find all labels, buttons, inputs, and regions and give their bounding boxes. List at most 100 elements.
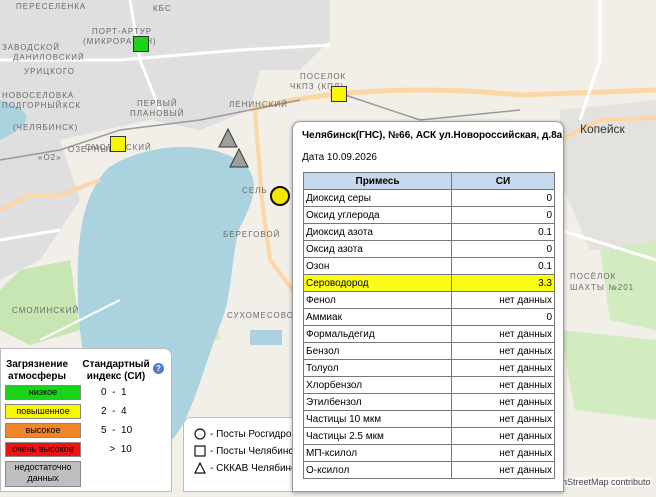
legend-level-very-high: очень высокое (5, 442, 81, 457)
table-row: Сероводород 3.3 (303, 274, 555, 292)
pollutant-name: Частицы 10 мкм (303, 410, 452, 428)
table-row: Фенол нет данных (303, 291, 555, 309)
square-icon (194, 445, 206, 457)
legend-range-elevated: 2 - 4 (101, 406, 127, 417)
marker-gns-66[interactable] (270, 186, 290, 206)
pollutant-index-value: нет данных (451, 342, 555, 360)
pollutant-name: Озон (303, 257, 452, 275)
pollutant-index-value: нет данных (451, 359, 555, 377)
pollutant-index-value: нет данных (451, 427, 555, 445)
table-row: Озон 0.1 (303, 257, 555, 275)
pollutant-index-value: 3.3 (451, 274, 555, 292)
table-row: Диоксид азота 0.1 (303, 223, 555, 241)
marker-chkpz[interactable] (331, 86, 347, 102)
pollutant-table: Примесь СИ Диоксид серы 0 Оксид углерода 0 Д… (303, 172, 555, 479)
pollutant-index-value: 0 (451, 308, 555, 326)
pollutant-table-body: Диоксид серы 0 Оксид углерода 0 Диоксид азот… (303, 189, 555, 479)
pollutant-name: Аммиак (303, 308, 452, 326)
pollutant-name: Толуол (303, 359, 452, 377)
map-label-novoselovka: НОВОСЕЛОВКА (2, 91, 75, 100)
triangle-icon (194, 462, 206, 474)
map-label-kopeysk: Копейск (580, 122, 625, 136)
table-row: О-ксилол нет данных (303, 461, 555, 479)
map-label-sel: СЕЛЬ (242, 186, 268, 195)
map-label-urickogo: УРИЦКОГО (24, 67, 75, 76)
pollutant-index-value: 0 (451, 240, 555, 258)
map-label-planovyy: ПЛАНОВЫЙ (130, 109, 185, 118)
marker-port-artur[interactable] (133, 36, 149, 52)
map-label-pervyy: ПЕРВЫЙ (137, 99, 178, 108)
map-label-beregovoy: БЕРЕГОВОЙ (223, 230, 281, 239)
pollutant-index-value: 0.1 (451, 223, 555, 241)
map-label-kbs: КБС (153, 4, 172, 13)
pollutant-name: Бензол (303, 342, 452, 360)
table-row: Диоксид серы 0 (303, 189, 555, 207)
legend-pollution-title: Загрязнение атмосферы (5, 359, 69, 382)
map-label-zavodskoy: ЗАВОДСКОЙ (2, 43, 61, 52)
column-header-pollutant: Примесь (303, 172, 452, 190)
table-row: Этилбензол нет данных (303, 393, 555, 411)
legend-level-elevated: повышенное (5, 404, 81, 419)
station-popup: Челябинск(ГНС), №66, АСК ул.Новороссийск… (292, 121, 564, 492)
table-row: Аммиак 0 (303, 308, 555, 326)
map-label-podgornyy: ПОДГОРНЫЙ (2, 101, 63, 110)
table-row: Оксид углерода 0 (303, 206, 555, 224)
legend-range-very-high: > 10 (101, 444, 132, 455)
map-label-o2: «О2» (38, 153, 62, 162)
legend-index-title: Стандартный индекс (СИ) (82, 359, 150, 382)
column-header-index: СИ (451, 172, 555, 190)
map-label-smolinskiy: СМОЛИНСКИЙ (12, 306, 80, 315)
legend-range-high: 5 - 10 (101, 425, 133, 436)
circle-icon (194, 428, 206, 440)
map-label-danilovskiy: ДАНИЛОВСКИЙ (13, 53, 85, 62)
map-attribution[interactable]: enStreetMap contributo (557, 477, 651, 487)
pollutant-name: Хлорбензол (303, 376, 452, 394)
station-type-chelyabinsk: - Посты Челябинска (194, 445, 304, 459)
map-label-poselok-2: ПОСЁЛОК (570, 272, 617, 281)
pollutant-index-value: нет данных (451, 291, 555, 309)
pollutant-name: Формальдегид (303, 325, 452, 343)
pollutant-name: Сероводород (303, 274, 452, 292)
pollution-legend: Загрязнение атмосферы Стандартный индекс… (0, 348, 172, 492)
legend-level-no-data: недостаточно данных (5, 461, 81, 487)
map-label-leninskiy: ЛЕНИНСКИЙ (229, 100, 288, 109)
pollutant-name: Оксид углерода (303, 206, 452, 224)
table-row: Частицы 2.5 мкм нет данных (303, 427, 555, 445)
table-header-row: Примесь СИ (303, 172, 555, 190)
map-label-poselok: ПОСЕЛОК (300, 72, 347, 81)
pollutant-name: О-ксилол (303, 461, 452, 479)
station-type-label: - Посты Челябинска (210, 446, 304, 457)
popup-title: Челябинск(ГНС), №66, АСК ул.Новороссийск… (302, 130, 563, 141)
pollutant-index-value: нет данных (451, 410, 555, 428)
legend-range-low: 0 - 1 (101, 387, 127, 398)
pollutant-index-value: нет данных (451, 325, 555, 343)
marker-skkav-1[interactable] (218, 128, 238, 148)
pollutant-name: Диоксид азота (303, 223, 452, 241)
map-label-pereselenka: ПЕРЕСЕЛЕНКА (16, 2, 87, 11)
table-row: Частицы 10 мкм нет данных (303, 410, 555, 428)
table-row: Толуол нет данных (303, 359, 555, 377)
pollutant-index-value: 0.1 (451, 257, 555, 275)
pollutant-name: Оксид азота (303, 240, 452, 258)
pollutant-index-value: 0 (451, 206, 555, 224)
map-label-chelyabinsk: (ЧЕЛЯБИНСК) (13, 123, 79, 132)
pollutant-name: Этилбензол (303, 393, 452, 411)
pollutant-name: МП-ксилол (303, 444, 452, 462)
map-label-suhomesovo: СУХОМЕСОВО (227, 311, 295, 320)
popup-date: Дата 10.09.2026 (302, 152, 377, 163)
table-row: Хлорбензол нет данных (303, 376, 555, 394)
table-row: Оксид азота 0 (303, 240, 555, 258)
pollutant-index-value: нет данных (451, 461, 555, 479)
marker-skkav-2[interactable] (229, 148, 249, 168)
map-label-ksk: КСК (63, 101, 82, 110)
pollutant-name: Частицы 2.5 мкм (303, 427, 452, 445)
map-label-ozernyy: ОЗЕРНЫЙ (68, 145, 116, 154)
table-row: МП-ксилол нет данных (303, 444, 555, 462)
table-row: Бензол нет данных (303, 342, 555, 360)
table-row: Формальдегид нет данных (303, 325, 555, 343)
map-label-shahty: ШАХТЫ №201 (570, 283, 635, 292)
help-icon[interactable]: ? (153, 363, 164, 374)
station-type-skkav: - СККАВ Челябинска (194, 462, 306, 476)
legend-level-low: низкое (5, 385, 81, 400)
marker-smolenskiy[interactable] (110, 136, 126, 152)
